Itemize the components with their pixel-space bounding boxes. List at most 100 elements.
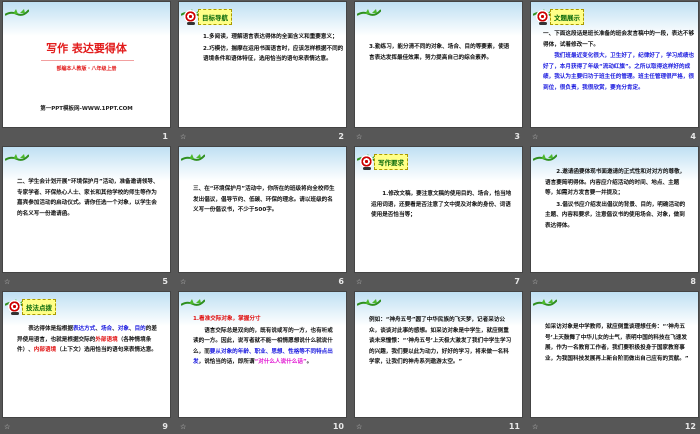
text-run: “对什么人说什么话”: [254, 359, 307, 365]
transition-star-icon[interactable]: ☆: [532, 423, 538, 431]
slide-thumbnail[interactable]: 二、学生会计划开展“环境保护月”活动，准备邀请领导、专家学者、环保热心人士、家长…: [3, 147, 170, 272]
transition-star-icon[interactable]: ☆: [532, 278, 538, 286]
leaf-decoration-icon: [4, 2, 30, 16]
transition-star-icon[interactable]: ☆: [356, 423, 362, 431]
text-run: 1.看准交际对象，掌握分寸: [193, 316, 261, 322]
target-icon: [8, 300, 21, 315]
slide-number: 2: [338, 132, 344, 141]
text-run: 1.多阅读，理解语言表达得体的全面含义和重要意义；: [203, 34, 338, 40]
transition-star-icon[interactable]: ☆: [356, 133, 362, 141]
title-divider: [41, 60, 134, 61]
slide-number: 5: [162, 277, 168, 286]
slide-number: 7: [514, 277, 520, 286]
text-run: （上下文）选用恰当的语句来表情达意。: [56, 347, 157, 353]
slide-number: 1: [162, 132, 168, 141]
text-run: 二、学生会计划开展“环境保护月”活动，准备邀请领导、专家学者、环保热心人士、家长…: [17, 179, 159, 217]
text-run: 对象: [117, 326, 129, 332]
slide-thumbnail[interactable]: 例如：“神舟五号”圆了中华民族的飞天梦，记者采访公众，谈谈对此事的感想。如采访对…: [355, 292, 522, 417]
text-run: 例如：“神舟五号”圆了中华民族的飞天梦，记者采访公众，谈谈对此事的感想。如采访对…: [369, 317, 512, 365]
leaf-decoration-icon: [532, 292, 558, 306]
leaf-decoration-icon: [356, 292, 382, 306]
slide-thumbnail[interactable]: 写作 表达要得体部编本人教版・八年级上册第一PPT模板网-WWW.1PPT.CO…: [3, 2, 170, 127]
paragraph: 1.多阅读，理解语言表达得体的全面含义和重要意义；: [203, 32, 345, 43]
leaf-decoration-icon: [180, 147, 206, 161]
slide-thumbnail[interactable]: 文题展示一、下面这段话是班长准备的班会发言稿中的一段，表达不够得体，试着修改一下…: [531, 2, 698, 127]
leaf-decoration-icon: [180, 292, 206, 306]
transition-star-icon[interactable]: ☆: [4, 423, 10, 431]
slide-thumbnail-cell: 技法点拨表达得体是指根据表达方式、场合、对象、目的的差异使用语言，也就是根据交际…: [3, 292, 171, 434]
transition-star-icon[interactable]: ☆: [180, 423, 186, 431]
section-badge: 目标导航: [184, 8, 232, 25]
slide-thumbnail[interactable]: 1.看准交际对象，掌握分寸语言交际总是双向的，既有说或写的一方，也有听或读的一方…: [179, 292, 346, 417]
slide-number: 9: [162, 422, 168, 431]
paragraph: 二、学生会计划开展“环境保护月”活动，准备邀请领导、专家学者、环保热心人士、家长…: [17, 177, 159, 219]
section-badge-label: 写作要求: [374, 153, 408, 170]
section-badge-label: 文题展示: [550, 8, 584, 25]
transition-star-icon[interactable]: ☆: [180, 278, 186, 286]
slide-thumbnail-cell: 写作 表达要得体部编本人教版・八年级上册第一PPT模板网-WWW.1PPT.CO…: [3, 2, 171, 144]
slide-thumbnail[interactable]: 目标导航 1.多阅读，理解语言表达得体的全面含义和重要意义； 2.巧模仿，揣摩在运用…: [179, 2, 346, 127]
text-run: 2.巧模仿，揣摩在运用书面语言时，应该怎样根据不同的语境条件和语体特征，选用恰当…: [203, 45, 344, 63]
slide-thumbnail[interactable]: 2.邀请函要体现书面邀请的正式性和对对方的尊敬，语言要简明得体。内容应介绍活动的…: [531, 147, 698, 272]
text-run: ，说恰当的话，即所谓: [198, 359, 255, 365]
paragraph: 2.邀请函要体现书面邀请的正式性和对对方的尊敬，语言要简明得体。内容应介绍活动的…: [545, 167, 690, 199]
text-run: 一、下面这段话是班长准备的班会发言稿中的一段，表达不够得体，试着修改一下。: [543, 31, 695, 48]
target-icon: [184, 10, 197, 25]
text-run: 我们班最近变化很大，卫生好了，纪律好了，学习成绩也好了，本月获得了年级“流动红旗…: [543, 53, 695, 91]
leaf-decoration-icon: [532, 147, 558, 161]
slide-number: 3: [514, 132, 520, 141]
transition-star-icon[interactable]: ☆: [180, 133, 186, 141]
text-run: 3.勤练习，能分清不同的对象、场合、目的等要素，使语言表达发挥最佳效果，努力提高…: [369, 44, 510, 61]
text-run: 表达得体是指根据: [28, 326, 73, 332]
paragraph: 一、下面这段话是班长准备的班会发言稿中的一段，表达不够得体，试着修改一下。: [543, 29, 695, 50]
leaf-decoration-icon: [356, 2, 382, 16]
slide-number: 4: [690, 132, 696, 141]
slide-body-text: 2.邀请函要体现书面邀请的正式性和对对方的尊敬，语言要简明得体。内容应介绍活动的…: [545, 167, 690, 232]
slide-thumbnail-cell: 三、在“环境保护月”活动中，你所在的班级将向全校师生发出倡议，倡导节约、低碳、环…: [179, 147, 347, 289]
paragraph: 1.看准交际对象，掌握分寸: [193, 314, 338, 325]
paragraph: 3.倡议书应介绍发出倡议的背景、目的，明确活动的主题、内容和要求，注意倡议书的使…: [545, 200, 690, 232]
slide-thumbnail[interactable]: 如采访对象是中学教师，就应侧重谈理想任务：“‘神舟五号’上天鼓舞了中华儿女的士气…: [531, 292, 698, 417]
slide-subtitle: 部编本人教版・八年级上册: [56, 66, 117, 72]
paragraph: 语言交际总是双向的，既有说或写的一方，也有听或读的一方。因此，说写者就不能一相情…: [193, 326, 338, 368]
section-badge: 技法点拨: [8, 298, 56, 315]
slide-body-text: 例如：“神舟五号”圆了中华民族的飞天梦，记者采访公众，谈谈对此事的感想。如采访对…: [369, 315, 514, 369]
text-run: 场合: [100, 326, 113, 332]
paragraph: 例如：“神舟五号”圆了中华民族的飞天梦，记者采访公众，谈谈对此事的感想。如采访对…: [369, 315, 514, 368]
slide-thumbnail[interactable]: 写作要求 1.修改文稿，要注意文稿的使用目的、场合，恰当地运用词语，还要看是否注意…: [355, 147, 522, 272]
slide-thumbnail[interactable]: 三、在“环境保护月”活动中，你所在的班级将向全校师生发出倡议，倡导节约、低碳、环…: [179, 147, 346, 272]
slide-thumbnail-cell: 如采访对象是中学教师，就应侧重谈理想任务：“‘神舟五号’上天鼓舞了中华儿女的士气…: [531, 292, 699, 434]
text-run: 三、在“环境保护月”活动中，你所在的班级将向全校师生发出倡议，倡导节约、低碳、环…: [193, 186, 335, 213]
section-badge-label: 目标导航: [198, 8, 232, 25]
paragraph: 表达得体是指根据表达方式、场合、对象、目的的差异使用语言，也就是根据交际的外部语…: [17, 324, 159, 356]
text-run: 内部语境: [33, 347, 57, 353]
slide-body-text: 表达得体是指根据表达方式、场合、对象、目的的差异使用语言，也就是根据交际的外部语…: [17, 324, 159, 357]
paragraph: 如采访对象是中学教师，就应侧重谈理想任务：“‘神舟五号’上天鼓舞了中华儿女的士气…: [545, 322, 690, 364]
transition-star-icon[interactable]: ☆: [532, 133, 538, 141]
text-run: 2.邀请函要体现书面邀请的正式性和对对方的尊敬，语言要简明得体。内容应介绍活动的…: [545, 169, 686, 196]
slide-number: 6: [338, 277, 344, 286]
text-run: 。: [306, 359, 313, 365]
slide-thumbnail-cell: 写作要求 1.修改文稿，要注意文稿的使用目的、场合，恰当地运用词语，还要看是否注意…: [355, 147, 523, 289]
slide-thumbnail-cell: 3.勤练习，能分清不同的对象、场合、目的等要素，使语言表达发挥最佳效果，努力提高…: [355, 2, 523, 144]
paragraph: 2.巧模仿，揣摩在运用书面语言时，应该怎样根据不同的语境条件和语体特征，选用恰当…: [203, 44, 345, 65]
slide-body-text: 1.看准交际对象，掌握分寸语言交际总是双向的，既有说或写的一方，也有听或读的一方…: [193, 314, 338, 369]
slide-body-text: 三、在“环境保护月”活动中，你所在的班级将向全校师生发出倡议，倡导节约、低碳、环…: [193, 184, 335, 217]
slide-number: 12: [684, 422, 696, 431]
section-badge: 文题展示: [536, 8, 584, 25]
slide-thumbnail[interactable]: 3.勤练习，能分清不同的对象、场合、目的等要素，使语言表达发挥最佳效果，努力提高…: [355, 2, 522, 127]
slide-footer-text: 第一PPT模板网-WWW.1PPT.COM: [40, 106, 133, 112]
slide-thumbnail-cell: 1.看准交际对象，掌握分寸语言交际总是双向的，既有说或写的一方，也有听或读的一方…: [179, 292, 347, 434]
slide-title: 写作 表达要得体: [46, 42, 127, 55]
slide-thumbnail-cell: 目标导航 1.多阅读，理解语言表达得体的全面含义和重要意义； 2.巧模仿，揣摩在运用…: [179, 2, 347, 144]
slide-thumbnail[interactable]: 技法点拨表达得体是指根据表达方式、场合、对象、目的的差异使用语言，也就是根据交际…: [3, 292, 170, 417]
text-run: 如采访对象是中学教师，就应侧重谈理想任务：“‘神舟五号’上天鼓舞了中华儿女的士气…: [545, 324, 689, 362]
leaf-decoration-icon: [4, 147, 30, 161]
text-run: 1.修改文稿，要注意文稿的使用目的、场合，恰当地运用词语，还要看是否注意了文中提…: [371, 191, 512, 218]
target-icon: [536, 10, 549, 25]
paragraph: 3.勤练习，能分清不同的对象、场合、目的等要素，使语言表达发挥最佳效果，努力提高…: [369, 42, 511, 63]
text-run: 外部语境: [95, 336, 118, 343]
transition-star-icon[interactable]: ☆: [356, 278, 362, 286]
transition-star-icon[interactable]: ☆: [4, 278, 10, 286]
slide-thumbnail-cell: 2.邀请函要体现书面邀请的正式性和对对方的尊敬，语言要简明得体。内容应介绍活动的…: [531, 147, 699, 289]
